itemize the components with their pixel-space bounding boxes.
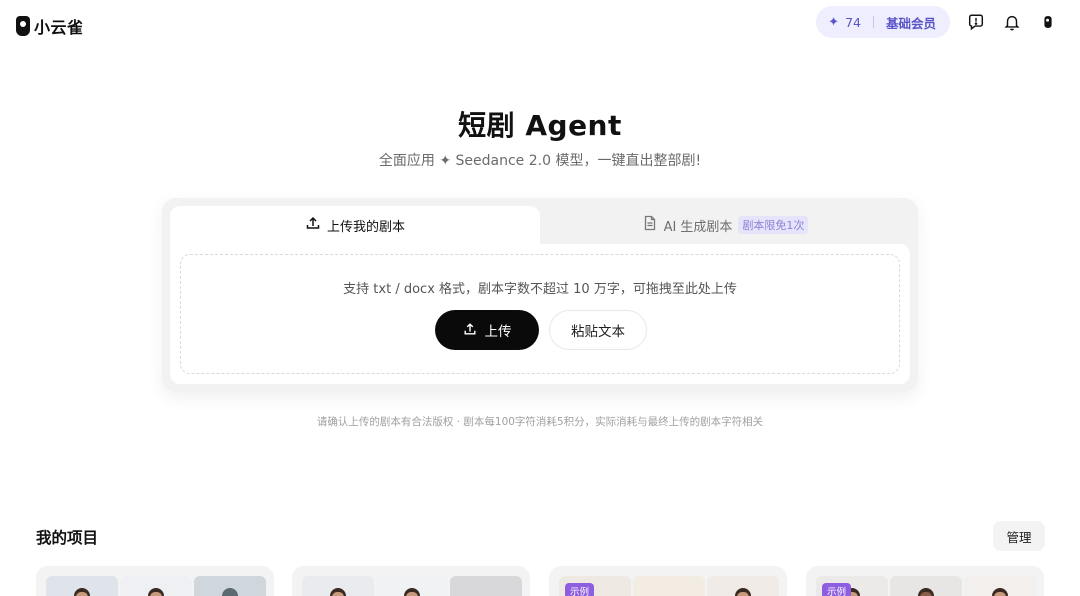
- bell-icon[interactable]: [1002, 12, 1022, 32]
- page-title: 短剧 Agent: [458, 109, 622, 142]
- sparkle-icon: ✦: [828, 14, 840, 30]
- project-thumbnail: [302, 576, 374, 596]
- header-actions: ✦ 74 基础会员: [816, 6, 1058, 38]
- dropzone-hint: 支持 txt / docx 格式，剧本字数不超过 10 万字，可拖拽至此处上传: [343, 282, 737, 297]
- tab-ai-label: AI 生成剧本: [663, 219, 733, 235]
- paste-text-button[interactable]: 粘贴文本: [549, 310, 647, 350]
- profile-icon[interactable]: [1038, 12, 1058, 32]
- project-card[interactable]: [36, 566, 274, 596]
- project-thumbnail: [707, 576, 779, 596]
- tab-ai-generate-script[interactable]: AI 生成剧本 剧本限免1次: [540, 206, 910, 244]
- sample-badge: 示例: [822, 583, 852, 596]
- tab-upload-label: 上传我的剧本: [326, 219, 405, 235]
- app-logo[interactable]: 小云雀: [16, 14, 84, 38]
- copyright-disclaimer: 请确认上传的剧本有合法版权 · 剧本每100字符消耗5积分，实际消耗与最终上传的…: [316, 416, 764, 428]
- upload-icon: [305, 215, 321, 235]
- membership-label: 基础会员: [885, 15, 936, 31]
- upload-button[interactable]: 上传: [435, 310, 539, 350]
- project-thumbnail: [120, 576, 192, 596]
- projects-section-title: 我的项目: [36, 529, 99, 547]
- upload-button-label: 上传: [484, 324, 512, 339]
- project-thumbnail: [46, 576, 118, 596]
- project-thumbnail: [450, 576, 522, 596]
- project-thumbnail: [194, 576, 266, 596]
- logo-text: 小云雀: [34, 18, 84, 37]
- project-thumbnail: [890, 576, 962, 596]
- upload-icon: [463, 322, 477, 339]
- free-trial-badge: 剧本限免1次: [738, 216, 809, 234]
- tab-upload-script[interactable]: 上传我的剧本: [170, 206, 540, 244]
- project-card[interactable]: 示例: [806, 566, 1044, 596]
- credits-count: 74: [845, 14, 861, 30]
- project-card[interactable]: [292, 566, 530, 596]
- credits-membership-pill[interactable]: ✦ 74 基础会员: [816, 6, 950, 38]
- project-thumbnail: [633, 576, 705, 596]
- file-dropzone[interactable]: 支持 txt / docx 格式，剧本字数不超过 10 万字，可拖拽至此处上传 …: [180, 254, 900, 374]
- project-thumbnail: [376, 576, 448, 596]
- upload-panel: 支持 txt / docx 格式，剧本字数不超过 10 万字，可拖拽至此处上传 …: [170, 244, 910, 384]
- document-icon: [642, 215, 658, 235]
- page-subtitle: 全面应用 ✦ Seedance 2.0 模型，一键直出整部剧!: [378, 153, 702, 169]
- script-upload-card: 上传我的剧本 AI 生成剧本 剧本限免1次 支持 txt / docx 格式，剧…: [162, 198, 918, 392]
- pill-divider: [872, 16, 874, 28]
- feedback-icon[interactable]: [966, 12, 986, 32]
- sample-badge: 示例: [565, 583, 595, 596]
- manage-projects-button[interactable]: 管理: [993, 521, 1045, 551]
- project-card[interactable]: 示例: [549, 566, 787, 596]
- logo-bird-icon: [16, 16, 30, 36]
- project-thumbnail: [964, 576, 1036, 596]
